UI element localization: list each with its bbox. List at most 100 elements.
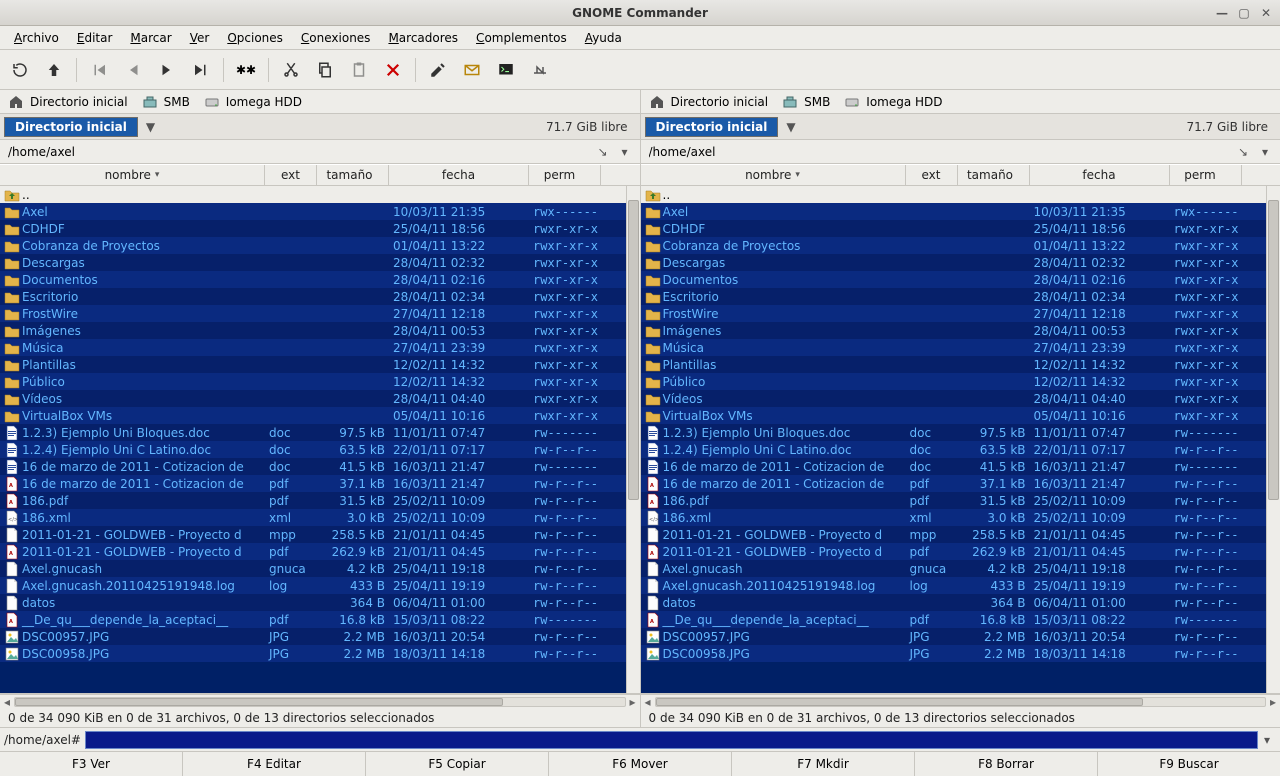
right-file-row[interactable]: 1.2.4) Ejemplo Uni C Latino.docdoc63.5 k…	[641, 441, 1280, 458]
right-file-row[interactable]: 2011-01-21 - GOLDWEB - Proyecto dmpp258.…	[641, 526, 1280, 543]
right-file-row[interactable]: Documentos28/04/11 02:16rwxr-xr-x	[641, 271, 1280, 288]
left-drive-smb[interactable]: SMB	[142, 94, 190, 110]
left-file-row[interactable]: datos364 B06/04/11 01:00rw-r--r--	[0, 594, 640, 611]
right-file-row[interactable]: Descargas28/04/11 02:32rwxr-xr-x	[641, 254, 1280, 271]
right-drive-directorio-inicial[interactable]: Directorio inicial	[649, 94, 769, 110]
delete-button[interactable]	[379, 56, 407, 84]
right-file-row[interactable]: Axel.gnucash.20110425191948.loglog433 B2…	[641, 577, 1280, 594]
left-file-row[interactable]: VirtualBox VMs05/04/11 10:16rwxr-xr-x	[0, 407, 640, 424]
right-tab-active[interactable]: Directorio inicial	[645, 117, 779, 137]
left-file-row[interactable]: 16 de marzo de 2011 - Cotizacion depdf37…	[0, 475, 640, 492]
right-file-row[interactable]: 1.2.3) Ejemplo Uni Bloques.docdoc97.5 kB…	[641, 424, 1280, 441]
right-file-row[interactable]: 186.pdfpdf31.5 kB25/02/11 10:09rw-r--r--	[641, 492, 1280, 509]
menu-editar[interactable]: Editar	[69, 29, 121, 47]
right-file-row[interactable]: FrostWire27/04/11 12:18rwxr-xr-x	[641, 305, 1280, 322]
nav-last-button[interactable]	[187, 56, 215, 84]
right-file-row[interactable]: VirtualBox VMs05/04/11 10:16rwxr-xr-x	[641, 407, 1280, 424]
left-file-row[interactable]: 186.xmlxml3.0 kB25/02/11 10:09rw-r--r--	[0, 509, 640, 526]
left-file-row[interactable]: Descargas28/04/11 02:32rwxr-xr-x	[0, 254, 640, 271]
show-hidden-button[interactable]: ✱✱	[232, 56, 260, 84]
menu-ayuda[interactable]: Ayuda	[577, 29, 630, 47]
right-drive-iomega-hdd[interactable]: Iomega HDD	[844, 94, 942, 110]
copy-button[interactable]	[311, 56, 339, 84]
left-drive-directorio-inicial[interactable]: Directorio inicial	[8, 94, 128, 110]
left-vertical-scrollbar[interactable]	[626, 186, 640, 693]
left-file-row[interactable]: 16 de marzo de 2011 - Cotizacion dedoc41…	[0, 458, 640, 475]
right-file-row[interactable]: Cobranza de Proyectos01/04/11 13:22rwxr-…	[641, 237, 1280, 254]
fkey-f5[interactable]: F5 Copiar	[366, 752, 549, 776]
nav-first-button[interactable]	[85, 56, 113, 84]
left-file-row[interactable]: DSC00958.JPGJPG2.2 MB18/03/11 14:18rw-r-…	[0, 645, 640, 662]
right-file-row[interactable]: DSC00957.JPGJPG2.2 MB16/03/11 20:54rw-r-…	[641, 628, 1280, 645]
fkey-f3[interactable]: F3 Ver	[0, 752, 183, 776]
left-file-row[interactable]: CDHDF25/04/11 18:56rwxr-xr-x	[0, 220, 640, 237]
menu-marcar[interactable]: Marcar	[122, 29, 179, 47]
left-file-row[interactable]: DSC00957.JPGJPG2.2 MB16/03/11 20:54rw-r-…	[0, 628, 640, 645]
left-file-row[interactable]: 1.2.4) Ejemplo Uni C Latino.docdoc63.5 k…	[0, 441, 640, 458]
right-path-input[interactable]	[647, 143, 1231, 161]
command-history-dropdown[interactable]: ▾	[1258, 733, 1276, 747]
paste-button[interactable]	[345, 56, 373, 84]
edit-button[interactable]	[424, 56, 452, 84]
right-header-perm[interactable]: perm	[1170, 165, 1242, 185]
right-file-row[interactable]: 2011-01-21 - GOLDWEB - Proyecto dpdf262.…	[641, 543, 1280, 560]
left-parent-dir-row[interactable]: ..	[0, 186, 640, 203]
fkey-f7[interactable]: F7 Mkdir	[732, 752, 915, 776]
fkey-f8[interactable]: F8 Borrar	[915, 752, 1098, 776]
right-file-row[interactable]: Público12/02/11 14:32rwxr-xr-x	[641, 373, 1280, 390]
right-file-row[interactable]: datos364 B06/04/11 01:00rw-r--r--	[641, 594, 1280, 611]
right-file-row[interactable]: 186.xmlxml3.0 kB25/02/11 10:09rw-r--r--	[641, 509, 1280, 526]
cut-button[interactable]	[277, 56, 305, 84]
fkey-f9[interactable]: F9 Buscar	[1098, 752, 1280, 776]
menu-ver[interactable]: Ver	[182, 29, 218, 47]
right-file-row[interactable]: CDHDF25/04/11 18:56rwxr-xr-x	[641, 220, 1280, 237]
menu-opciones[interactable]: Opciones	[219, 29, 291, 47]
right-header-ext[interactable]: ext	[906, 165, 958, 185]
left-file-row[interactable]: Escritorio28/04/11 02:34rwxr-xr-x	[0, 288, 640, 305]
left-file-row[interactable]: Axel10/03/11 21:35rwx------	[0, 203, 640, 220]
fkey-f4[interactable]: F4 Editar	[183, 752, 366, 776]
left-file-row[interactable]: Axel.gnucash.20110425191948.loglog433 B2…	[0, 577, 640, 594]
right-file-row[interactable]: 16 de marzo de 2011 - Cotizacion dedoc41…	[641, 458, 1280, 475]
right-file-row[interactable]: DSC00958.JPGJPG2.2 MB18/03/11 14:18rw-r-…	[641, 645, 1280, 662]
nav-back-button[interactable]	[119, 56, 147, 84]
right-vertical-scrollbar[interactable]	[1266, 186, 1280, 693]
left-header-name[interactable]: nombre	[0, 165, 265, 185]
left-file-row[interactable]: Público12/02/11 14:32rwxr-xr-x	[0, 373, 640, 390]
left-file-row[interactable]: 2011-01-21 - GOLDWEB - Proyecto dmpp258.…	[0, 526, 640, 543]
right-file-row[interactable]: Imágenes28/04/11 00:53rwxr-xr-x	[641, 322, 1280, 339]
left-file-row[interactable]: Imágenes28/04/11 00:53rwxr-xr-x	[0, 322, 640, 339]
nav-forward-button[interactable]	[153, 56, 181, 84]
left-file-row[interactable]: FrostWire27/04/11 12:18rwxr-xr-x	[0, 305, 640, 322]
left-header-size[interactable]: tamaño	[317, 165, 389, 185]
remote-button[interactable]	[526, 56, 554, 84]
right-horizontal-scrollbar[interactable]: ◂▸	[641, 694, 1280, 708]
right-filelist[interactable]: ..Axel10/03/11 21:35rwx------CDHDF25/04/…	[641, 186, 1280, 693]
left-tabs-dropdown[interactable]: ▼	[146, 120, 155, 134]
left-tab-active[interactable]: Directorio inicial	[4, 117, 138, 137]
right-file-row[interactable]: __De_qu___depende_la_aceptaci__pdf16.8 k…	[641, 611, 1280, 628]
window-maximize-button[interactable]: ▢	[1236, 5, 1252, 21]
menu-conexiones[interactable]: Conexiones	[293, 29, 379, 47]
left-path-history-icon[interactable]: ↘	[594, 143, 612, 161]
left-file-row[interactable]: Plantillas12/02/11 14:32rwxr-xr-x	[0, 356, 640, 373]
left-file-row[interactable]: Vídeos28/04/11 04:40rwxr-xr-x	[0, 390, 640, 407]
right-parent-dir-row[interactable]: ..	[641, 186, 1280, 203]
right-file-row[interactable]: Vídeos28/04/11 04:40rwxr-xr-x	[641, 390, 1280, 407]
right-header-size[interactable]: tamaño	[958, 165, 1030, 185]
right-tabs-dropdown[interactable]: ▼	[786, 120, 795, 134]
left-path-input[interactable]	[6, 143, 590, 161]
menu-complementos[interactable]: Complementos	[468, 29, 575, 47]
mail-button[interactable]	[458, 56, 486, 84]
left-header-date[interactable]: fecha	[389, 165, 529, 185]
menu-marcadores[interactable]: Marcadores	[380, 29, 466, 47]
left-file-row[interactable]: 1.2.3) Ejemplo Uni Bloques.docdoc97.5 kB…	[0, 424, 640, 441]
go-up-button[interactable]	[40, 56, 68, 84]
right-file-row[interactable]: Axel.gnucashgnuca4.2 kB25/04/11 19:18rw-…	[641, 560, 1280, 577]
left-file-row[interactable]: Música27/04/11 23:39rwxr-xr-x	[0, 339, 640, 356]
menu-archivo[interactable]: Archivo	[6, 29, 67, 47]
left-file-row[interactable]: 186.pdfpdf31.5 kB25/02/11 10:09rw-r--r--	[0, 492, 640, 509]
left-filelist[interactable]: ..Axel10/03/11 21:35rwx------CDHDF25/04/…	[0, 186, 640, 693]
right-file-row[interactable]: Axel10/03/11 21:35rwx------	[641, 203, 1280, 220]
right-header-date[interactable]: fecha	[1030, 165, 1170, 185]
